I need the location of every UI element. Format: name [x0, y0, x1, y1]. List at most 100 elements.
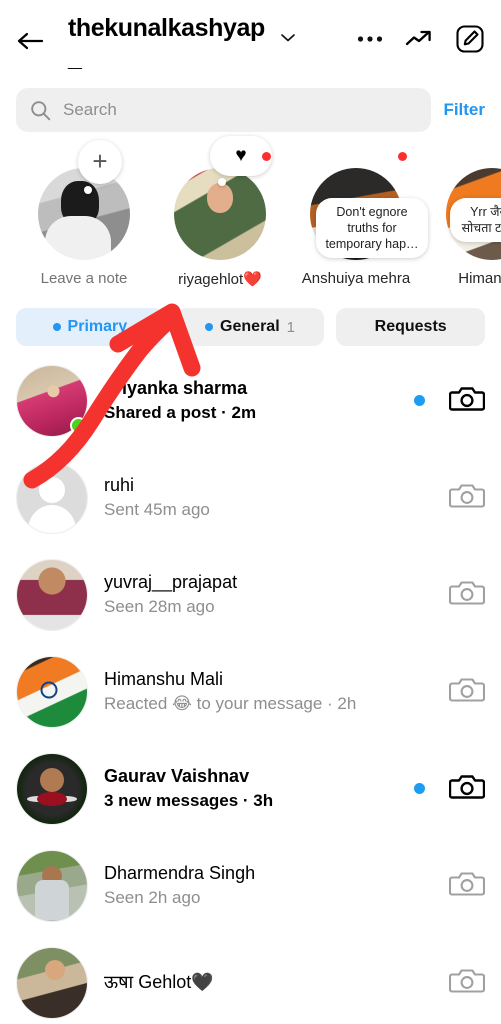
- thread-name: Gaurav Vaishnav: [104, 765, 250, 786]
- tab-label: Requests: [374, 318, 447, 335]
- bubble-tail-dot: [84, 186, 92, 194]
- note-avatar[interactable]: [38, 168, 130, 260]
- thread-row[interactable]: ऊषा Gehlot🖤: [0, 934, 501, 1024]
- account-switcher[interactable]: thekunalkashyap_: [56, 14, 357, 73]
- avatar[interactable]: [16, 558, 88, 631]
- thread-text: yuvraj__prajapat Seen 28m ago: [104, 572, 398, 618]
- thread-actions: [414, 771, 486, 806]
- note-item[interactable]: + Leave a note: [16, 140, 152, 302]
- thread-subtitle: Shared a post · 2m: [104, 403, 257, 423]
- avatar-image: [17, 462, 87, 533]
- unread-indicator-placeholder: [414, 686, 425, 697]
- thread-name: Dharmendra Singh: [104, 862, 256, 883]
- account-name: thekunalkashyap_: [68, 14, 265, 72]
- avatar[interactable]: [16, 849, 88, 922]
- notes-carousel[interactable]: + Leave a note ♥ riyagehlot❤️ Don't egno…: [0, 132, 501, 302]
- note-label: Leave a note: [40, 270, 128, 287]
- avatar-image: [38, 168, 130, 260]
- avatar-circle: [16, 558, 88, 631]
- camera-icon[interactable]: [448, 577, 486, 607]
- unread-indicator-placeholder: [414, 589, 425, 600]
- chevron-down-icon[interactable]: [279, 14, 297, 48]
- note-item[interactable]: Don't egnore truths for temporary hap… A…: [288, 146, 428, 302]
- avatar[interactable]: [16, 946, 88, 1019]
- unread-indicator-placeholder: [414, 880, 425, 891]
- avatar-image: [17, 947, 87, 1018]
- avatar[interactable]: [16, 364, 88, 437]
- tab-unread-dot: [205, 323, 214, 331]
- camera-icon[interactable]: [448, 771, 486, 801]
- thread-actions: [414, 674, 486, 709]
- avatar[interactable]: [16, 752, 88, 825]
- thread-text: ruhi Sent 45m ago: [104, 475, 398, 521]
- tab-requests[interactable]: Requests: [336, 308, 485, 346]
- header-bar: thekunalkashyap_: [0, 0, 501, 84]
- unread-indicator-placeholder: [414, 977, 425, 988]
- camera-icon[interactable]: [448, 868, 486, 898]
- thread-actions: [414, 965, 486, 1000]
- thread-row[interactable]: ruhi Sent 45m ago: [0, 449, 501, 546]
- thread-subtitle: Seen 2h ago: [104, 888, 201, 908]
- camera-icon[interactable]: [448, 480, 486, 510]
- search-placeholder: Search: [63, 100, 117, 119]
- thread-subtitle: Sent 45m ago: [104, 500, 210, 520]
- avatar[interactable]: [16, 461, 88, 534]
- thread-actions: [414, 577, 486, 612]
- camera-icon[interactable]: [448, 674, 486, 704]
- camera-button[interactable]: [448, 480, 486, 515]
- story-indicator-dot: [262, 152, 271, 161]
- camera-icon[interactable]: [448, 383, 486, 413]
- trending-arrow-icon[interactable]: [405, 29, 433, 49]
- unread-indicator-dot: [414, 395, 425, 406]
- thread-subtitle: Reacted 😂 to your message · 2h: [104, 694, 357, 714]
- camera-button[interactable]: [448, 577, 486, 612]
- avatar-circle: [16, 655, 88, 728]
- camera-button[interactable]: [448, 868, 486, 903]
- story-indicator-dot: [398, 152, 407, 161]
- camera-icon[interactable]: [448, 965, 486, 995]
- avatar-circle: [16, 946, 88, 1019]
- search-icon: [31, 100, 51, 120]
- thread-row[interactable]: Himanshu Mali Reacted 😂 to your message …: [0, 643, 501, 740]
- avatar-image: [17, 656, 87, 727]
- online-status-dot: [70, 416, 87, 434]
- search-input[interactable]: Search: [16, 88, 432, 132]
- camera-button[interactable]: [448, 383, 486, 418]
- note-bubble[interactable]: Don't egnore truths for temporary hap…: [316, 198, 428, 258]
- tab-unread-dot: [52, 323, 61, 331]
- note-bubble[interactable]: Yrr जैसे पढ़ का सोचता टाइम कुछ न: [450, 198, 501, 242]
- compose-edit-icon[interactable]: [455, 24, 485, 54]
- back-button[interactable]: [16, 14, 56, 58]
- thread-row[interactable]: yuvraj__prajapat Seen 28m ago: [0, 546, 501, 643]
- avatar-image: [17, 753, 87, 824]
- thread-actions: [414, 868, 486, 903]
- note-item[interactable]: ♥ riyagehlot❤️: [152, 136, 288, 302]
- thread-list[interactable]: priyanka sharma Shared a post · 2m ruhi …: [0, 346, 501, 1024]
- camera-button[interactable]: [448, 965, 486, 1000]
- thread-text: ऊषा Gehlot🖤: [104, 972, 398, 994]
- thread-actions: [414, 383, 486, 418]
- tab-primary[interactable]: Primary: [16, 308, 164, 346]
- thread-name: Himanshu Mali: [104, 668, 224, 689]
- note-item[interactable]: Yrr जैसे पढ़ का सोचता टाइम कुछ न Himansh…: [424, 146, 501, 302]
- thread-row[interactable]: priyanka sharma Shared a post · 2m: [0, 352, 501, 449]
- tab-count: 1: [286, 318, 295, 336]
- avatar-circle: [16, 849, 88, 922]
- bubble-tail-dot: [218, 178, 226, 186]
- more-options-icon[interactable]: [357, 35, 383, 43]
- thread-name: yuvraj__prajapat: [104, 571, 238, 592]
- avatar[interactable]: [16, 655, 88, 728]
- note-label: Himanshu: [458, 270, 501, 287]
- add-note-bubble[interactable]: +: [78, 140, 122, 184]
- camera-button[interactable]: [448, 771, 486, 806]
- thread-row[interactable]: Dharmendra Singh Seen 2h ago: [0, 837, 501, 934]
- filter-button[interactable]: Filter: [443, 100, 485, 120]
- thread-text: Gaurav Vaishnav 3 new messages · 3h: [104, 766, 398, 812]
- thread-row[interactable]: Gaurav Vaishnav 3 new messages · 3h: [0, 740, 501, 837]
- tab-general[interactable]: General 1: [175, 308, 325, 346]
- thread-actions: [414, 480, 486, 515]
- inbox-tabs: Primary General 1 Requests: [0, 302, 501, 346]
- camera-button[interactable]: [448, 674, 486, 709]
- note-label: Anshuiya mehra: [301, 270, 411, 287]
- instagram-direct-inbox-screen: thekunalkashyap_ Search Filter + Leave a…: [0, 0, 501, 1024]
